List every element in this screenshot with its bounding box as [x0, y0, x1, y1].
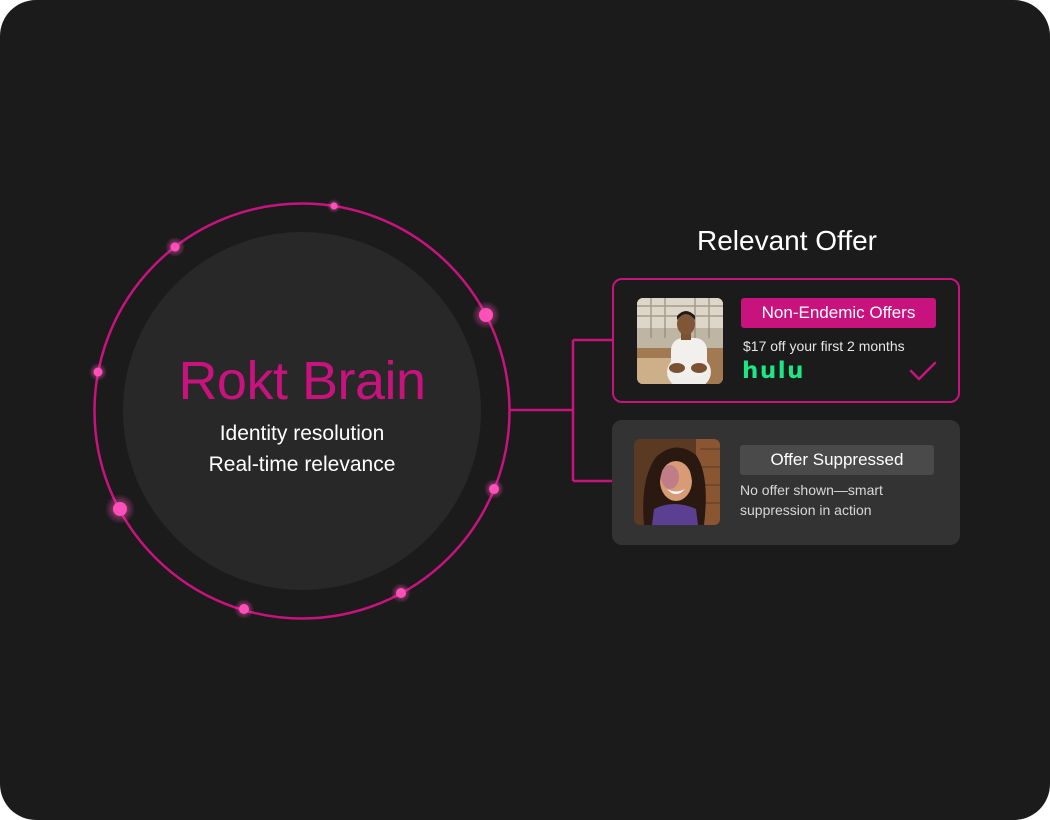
orbit-node — [472, 301, 500, 329]
canvas: Rokt Brain Identity resolution Real-time… — [0, 0, 1050, 820]
hulu-logo: hulu — [742, 358, 806, 384]
suppression-description: No offer shown—smart suppression in acti… — [740, 482, 883, 518]
orbit-node — [89, 363, 107, 381]
check-icon — [909, 361, 937, 381]
relevant-offer-card[interactable]: Non-Endemic Offers $17 off your first 2 … — [612, 278, 960, 403]
offer-status-badge: Offer Suppressed — [740, 445, 934, 475]
customer-photo — [634, 439, 720, 525]
orbit-node — [484, 479, 504, 499]
orbit-node — [391, 583, 411, 603]
customer-photo — [637, 298, 723, 384]
brain-title: Rokt Brain — [178, 351, 426, 411]
offer-description: $17 off your first 2 months — [743, 338, 905, 354]
orbit-node — [165, 237, 185, 257]
brain-feature-relevance: Real-time relevance — [208, 453, 396, 476]
brain-feature-identity: Identity resolution — [219, 422, 385, 445]
orbit-node — [327, 199, 341, 213]
orbit-node — [234, 599, 254, 619]
orbit-node — [105, 494, 135, 524]
connector-lines — [510, 338, 613, 483]
offer-category-badge: Non-Endemic Offers — [741, 298, 936, 328]
suppressed-offer-card: Offer Suppressed No offer shown—smart su… — [612, 420, 960, 545]
offer-heading: Relevant Offer — [696, 225, 878, 256]
